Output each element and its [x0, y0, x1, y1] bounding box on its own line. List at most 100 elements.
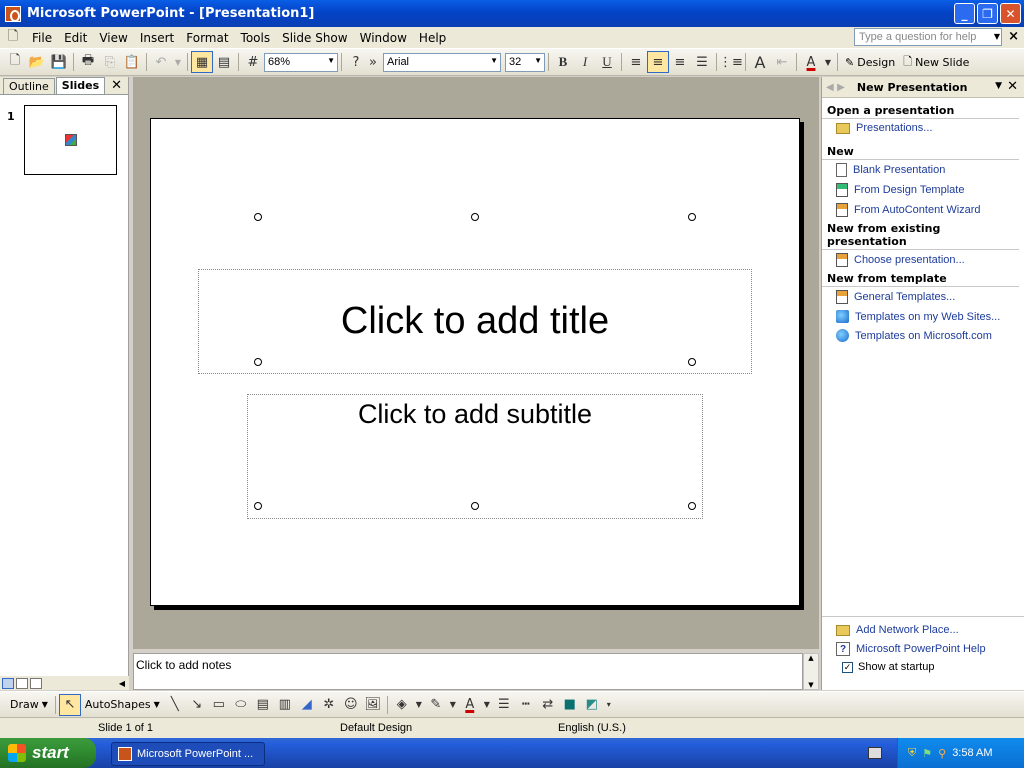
draw-menu[interactable]: Draw ▼ — [6, 698, 52, 711]
link-blank-presentation[interactable]: Blank Presentation — [822, 160, 1024, 180]
maximize-button[interactable]: ❐ — [977, 3, 998, 24]
undo-dropdown-icon[interactable]: ▼ — [172, 51, 184, 73]
drawbar-options-icon[interactable]: ▾ — [603, 694, 615, 716]
open-icon[interactable]: 📂 — [26, 51, 48, 73]
print-icon[interactable]: 🖶 — [77, 51, 99, 73]
menu-slide-show[interactable]: Slide Show — [276, 31, 353, 45]
align-left-icon[interactable]: ≡ — [625, 51, 647, 73]
tab-outline[interactable]: Outline — [3, 78, 55, 94]
selection-handle[interactable] — [688, 213, 696, 221]
diagram-icon[interactable]: ✲ — [318, 694, 340, 716]
start-button[interactable]: start — [0, 738, 96, 768]
new-icon[interactable]: 🗋 — [4, 51, 26, 73]
tab-slides[interactable]: Slides — [55, 77, 106, 94]
link-general-templates[interactable]: General Templates... — [822, 287, 1024, 307]
clip-art-icon[interactable]: ☺ — [340, 694, 362, 716]
draw-font-color-dropdown-icon[interactable]: ▼ — [481, 694, 493, 716]
copy-icon[interactable]: ⎘ — [99, 51, 121, 73]
network-icon[interactable]: ⚑ — [922, 747, 932, 760]
menu-view[interactable]: View — [93, 31, 133, 45]
show-grid-icon[interactable]: # — [242, 51, 264, 73]
document-close-button[interactable]: × — [1008, 29, 1019, 44]
slide-show-view-button[interactable] — [30, 677, 42, 689]
selection-handle[interactable] — [688, 358, 696, 366]
zoom-select[interactable]: 68% ▼ — [264, 52, 338, 72]
selection-handle[interactable] — [471, 502, 479, 510]
selection-handle[interactable] — [254, 502, 262, 510]
line-style-icon[interactable]: ☰ — [493, 694, 515, 716]
line-icon[interactable]: ╲ — [164, 694, 186, 716]
keyboard-icon[interactable] — [868, 747, 882, 759]
font-color-icon[interactable]: A — [800, 51, 822, 73]
line-color-icon[interactable]: ✎ — [425, 694, 447, 716]
align-right-icon[interactable]: ≡ — [669, 51, 691, 73]
increase-font-size-icon[interactable]: A — [749, 51, 771, 73]
title-placeholder[interactable]: Click to add title — [198, 269, 752, 374]
underline-button[interactable]: U — [596, 51, 618, 73]
fill-color-dropdown-icon[interactable]: ▼ — [413, 694, 425, 716]
align-center-icon[interactable]: ≡ — [647, 51, 669, 73]
slide-thumbnail[interactable] — [24, 105, 117, 175]
link-autocontent-wizard[interactable]: From AutoContent Wizard — [822, 200, 1024, 220]
bold-button[interactable]: B — [552, 51, 574, 73]
wordart-icon[interactable]: ◢ — [296, 694, 318, 716]
justify-icon[interactable]: ☰ — [691, 51, 713, 73]
help-dropdown-arrow[interactable]: ▼ — [994, 32, 1000, 41]
tables-borders-icon[interactable]: ▤ — [213, 51, 235, 73]
search-icon[interactable]: ⚲ — [938, 747, 946, 760]
link-web-sites-templates[interactable]: Templates on my Web Sites... — [822, 307, 1024, 326]
taskbar-powerpoint-button[interactable]: Microsoft PowerPoint ... — [111, 742, 265, 766]
notes-scrollbar[interactable]: ▲ ▼ — [803, 653, 819, 690]
arrow-icon[interactable]: ↘ — [186, 694, 208, 716]
vertical-text-icon[interactable]: ▥ — [274, 694, 296, 716]
menu-insert[interactable]: Insert — [134, 31, 180, 45]
link-add-network-place[interactable]: Add Network Place... — [822, 621, 1024, 639]
select-pointer-icon[interactable]: ↖ — [58, 693, 81, 716]
3d-style-icon[interactable]: ◩ — [581, 694, 603, 716]
rectangle-icon[interactable]: ▭ — [208, 694, 230, 716]
new-slide-button[interactable]: 🗋 New Slide — [899, 53, 973, 72]
back-forward-icons[interactable]: ◀ ▶ — [826, 82, 845, 93]
font-color-dropdown-icon[interactable]: ▼ — [822, 51, 834, 73]
dash-style-icon[interactable]: ┅ — [515, 694, 537, 716]
menu-file[interactable]: File — [26, 31, 58, 45]
fill-color-icon[interactable]: ◈ — [391, 694, 413, 716]
arrow-style-icon[interactable]: ⇄ — [537, 694, 559, 716]
italic-button[interactable]: I — [574, 51, 596, 73]
link-presentations[interactable]: Presentations... — [822, 119, 1024, 137]
text-box-icon[interactable]: ▤ — [252, 694, 274, 716]
selection-handle[interactable] — [254, 358, 262, 366]
toolbar-options-icon[interactable]: » — [367, 51, 379, 73]
menu-help[interactable]: Help — [413, 31, 452, 45]
link-choose-presentation[interactable]: Choose presentation... — [822, 250, 1024, 270]
bullets-icon[interactable]: ⋮≡ — [719, 51, 743, 73]
task-pane-close-icon[interactable]: ✕ — [1007, 79, 1018, 94]
notes-pane[interactable]: Click to add notes — [133, 653, 803, 690]
help-icon[interactable]: ? — [345, 51, 367, 73]
draw-font-color-icon[interactable]: A — [459, 694, 481, 716]
menu-tools[interactable]: Tools — [235, 31, 277, 45]
picture-icon[interactable]: 🖼 — [362, 694, 384, 716]
autoshapes-menu[interactable]: AutoShapes ▼ — [81, 698, 164, 711]
link-microsoft-templates[interactable]: Templates on Microsoft.com — [822, 326, 1024, 345]
insert-table-icon[interactable]: ▦ — [191, 51, 213, 73]
close-button[interactable]: ✕ — [1000, 3, 1021, 24]
shadow-style-icon[interactable]: ■ — [559, 694, 581, 716]
oval-icon[interactable]: ⬭ — [230, 694, 252, 716]
selection-handle[interactable] — [471, 213, 479, 221]
subtitle-placeholder[interactable]: Click to add subtitle — [247, 394, 703, 519]
normal-view-button[interactable] — [2, 677, 14, 689]
powerpoint-app-icon[interactable] — [5, 5, 21, 22]
show-at-startup-checkbox[interactable]: ✓ Show at startup — [822, 659, 1024, 675]
menu-format[interactable]: Format — [180, 31, 234, 45]
font-select[interactable]: Arial ▼ — [383, 52, 501, 72]
paste-icon[interactable]: 📋 — [121, 51, 143, 73]
scroll-left-icon[interactable]: ◀ — [119, 679, 125, 688]
security-shield-icon[interactable]: ⛨ — [908, 747, 916, 760]
menu-edit[interactable]: Edit — [58, 31, 93, 45]
slide-sorter-view-button[interactable] — [16, 677, 28, 689]
selection-handle[interactable] — [254, 213, 262, 221]
undo-icon[interactable]: ↶ — [150, 51, 172, 73]
close-pane-icon[interactable]: ✕ — [111, 78, 122, 93]
decrease-indent-icon[interactable]: ⇤ — [771, 51, 793, 73]
